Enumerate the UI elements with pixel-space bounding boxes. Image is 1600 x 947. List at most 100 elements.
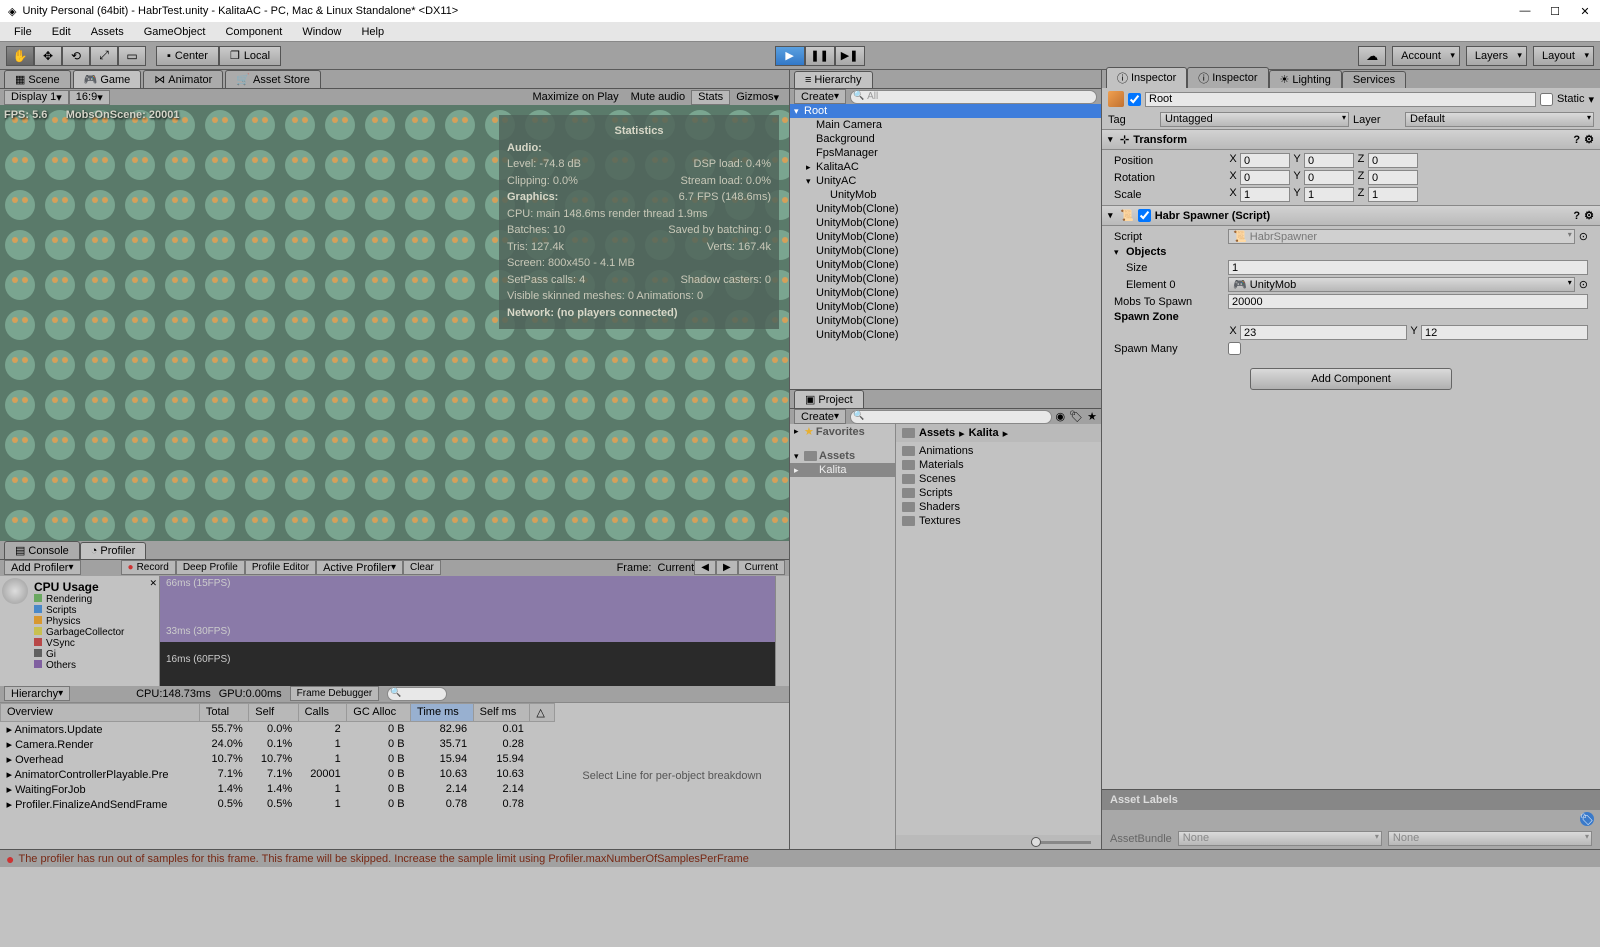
current-frame-button[interactable]: Current (738, 560, 785, 575)
element0-field[interactable]: 🎮 UnityMob (1228, 277, 1575, 292)
menu-assets[interactable]: Assets (83, 24, 132, 40)
scale-tool-icon[interactable]: ⤢ (90, 46, 118, 66)
assetbundle-variant-dropdown[interactable]: None (1388, 831, 1592, 846)
cpu-legend-item[interactable]: Scripts (4, 605, 155, 616)
hierarchy-item[interactable]: UnityMob(Clone) (790, 314, 1101, 328)
cpu-legend-item[interactable]: Gi (4, 649, 155, 660)
component-enabled-checkbox[interactable] (1138, 209, 1151, 222)
hierarchy-item[interactable]: UnityMob(Clone) (790, 230, 1101, 244)
clear-button[interactable]: Clear (403, 560, 441, 575)
project-folder-item[interactable]: Textures (898, 514, 1099, 528)
menu-edit[interactable]: Edit (44, 24, 79, 40)
deep-profile-toggle[interactable]: Deep Profile (176, 560, 245, 575)
layer-dropdown[interactable]: Default (1405, 112, 1594, 127)
display-dropdown[interactable]: Display 1 ▾ (4, 90, 69, 105)
project-folders[interactable]: ▸★Favorites ▾Assets ▸Kalita (790, 424, 896, 849)
profile-editor-toggle[interactable]: Profile Editor (245, 560, 316, 575)
gameobject-active-checkbox[interactable] (1128, 93, 1141, 106)
profiler-row[interactable]: ▸ Animators.Update55.7%0.0%20 B82.960.01 (1, 721, 555, 737)
maximize-icon[interactable]: ☐ (1548, 4, 1562, 18)
add-profiler-dropdown[interactable]: Add Profiler ▾ (4, 560, 81, 575)
project-search[interactable] (850, 410, 1051, 424)
scl-y[interactable] (1304, 187, 1354, 202)
spawn-many-checkbox[interactable] (1228, 342, 1241, 355)
add-component-button[interactable]: Add Component (1250, 368, 1452, 390)
record-toggle[interactable]: Record (121, 560, 176, 575)
hierarchy-item[interactable]: UnityMob(Clone) (790, 272, 1101, 286)
project-folder-item[interactable]: Scripts (898, 486, 1099, 500)
cpu-usage-module[interactable]: ✕ CPU Usage RenderingScriptsPhysicsGarba… (0, 576, 160, 686)
tab-scene[interactable]: ▦ Scene (4, 70, 71, 88)
rot-x[interactable] (1240, 170, 1290, 185)
transform-component-header[interactable]: ▾⊹ Transform ? ⚙ (1102, 129, 1600, 150)
size-field[interactable] (1228, 260, 1588, 275)
tab-lighting[interactable]: ☀ Lighting (1269, 70, 1342, 88)
objects-foldout[interactable]: Objects (1126, 246, 1166, 258)
search-type-icon[interactable]: 🏷 (1069, 410, 1083, 423)
menu-gameobject[interactable]: GameObject (136, 24, 214, 40)
rot-z[interactable] (1368, 170, 1418, 185)
zone-x[interactable] (1240, 325, 1407, 340)
cpu-legend-item[interactable]: VSync (4, 638, 155, 649)
gameobject-name-field[interactable] (1145, 92, 1536, 107)
profiler-row[interactable]: ▸ WaitingForJob1.4%1.4%10 B2.142.14 (1, 782, 555, 797)
profiler-column-header[interactable]: GC Alloc (347, 703, 411, 721)
menu-window[interactable]: Window (294, 24, 349, 40)
pivot-rotation-button[interactable]: ❐ Local (219, 46, 281, 66)
hierarchy-item[interactable]: UnityMob(Clone) (790, 258, 1101, 272)
layers-dropdown[interactable]: Layers (1466, 46, 1527, 66)
project-folder-item[interactable]: Scenes (898, 472, 1099, 486)
profiler-column-header[interactable]: Overview (1, 703, 200, 721)
help-icon[interactable]: ? (1573, 210, 1580, 222)
profiler-column-header[interactable]: Calls (298, 703, 347, 721)
hierarchy-item[interactable]: UnityMob(Clone) (790, 202, 1101, 216)
project-zoom-slider[interactable] (896, 835, 1101, 849)
view-mode-dropdown[interactable]: Hierarchy ▾ (4, 686, 70, 701)
profiler-row[interactable]: ▸ AnimatorControllerPlayable.Pre7.1%7.1%… (1, 767, 555, 782)
hierarchy-item[interactable]: ▾UnityAC (790, 174, 1101, 188)
mute-audio-toggle[interactable]: Mute audio (625, 90, 691, 105)
gear-icon[interactable]: ⚙ (1584, 209, 1594, 222)
rotate-tool-icon[interactable]: ⟲ (62, 46, 90, 66)
project-create-dropdown[interactable]: Create ▾ (794, 409, 846, 424)
menu-help[interactable]: Help (353, 24, 392, 40)
zone-y[interactable] (1421, 325, 1588, 340)
play-button[interactable]: ▶ (775, 46, 805, 66)
tab-inspector[interactable]: ⓘ Inspector (1106, 67, 1187, 88)
tab-hierarchy[interactable]: ≡ Hierarchy (794, 71, 873, 88)
object-picker-icon[interactable]: ⊙ (1579, 230, 1588, 243)
prev-frame-button[interactable]: ◀ (694, 560, 716, 575)
minimize-icon[interactable]: — (1518, 4, 1532, 18)
hierarchy-item[interactable]: ▾Root (790, 104, 1101, 118)
project-folder-item[interactable]: Materials (898, 458, 1099, 472)
search-filter-icon[interactable]: ◉ (1056, 410, 1066, 423)
tab-project[interactable]: ▣ Project (794, 390, 864, 408)
pivot-mode-button[interactable]: ▪ Center (156, 46, 219, 66)
tab-services[interactable]: Services (1342, 71, 1406, 88)
habr-spawner-header[interactable]: ▾📜 Habr Spawner (Script) ? ⚙ (1102, 205, 1600, 226)
stats-toggle[interactable]: Stats (691, 90, 730, 105)
hierarchy-create-dropdown[interactable]: Create ▾ (794, 89, 846, 104)
hierarchy-item[interactable]: FpsManager (790, 146, 1101, 160)
save-search-icon[interactable]: ★ (1087, 410, 1097, 423)
hierarchy-item[interactable]: UnityMob(Clone) (790, 286, 1101, 300)
rot-y[interactable] (1304, 170, 1354, 185)
game-view[interactable]: FPS: 5.6 MobsOnScene: 20001 Statistics A… (0, 105, 789, 541)
next-frame-button[interactable]: ▶ (716, 560, 738, 575)
favorites-item[interactable]: ▸★Favorites (790, 424, 895, 439)
profiler-column-header[interactable]: Total (199, 703, 248, 721)
tab-asset-store[interactable]: 🛒 Asset Store (225, 70, 321, 88)
aspect-dropdown[interactable]: 16:9 ▾ (69, 90, 110, 105)
hierarchy-item[interactable]: Main Camera (790, 118, 1101, 132)
maximize-on-play-toggle[interactable]: Maximize on Play (526, 90, 624, 105)
hierarchy-item[interactable]: Background (790, 132, 1101, 146)
project-folder-item[interactable]: Animations (898, 444, 1099, 458)
profiler-graph[interactable]: 66ms (15FPS)33ms (30FPS)16ms (60FPS) (160, 576, 775, 686)
pos-z[interactable] (1368, 153, 1418, 168)
close-icon[interactable]: ✕ (1578, 4, 1592, 18)
cpu-legend-item[interactable]: Physics (4, 616, 155, 627)
profiler-column-header[interactable]: Self ms (473, 703, 530, 721)
tab-game[interactable]: 🎮 Game (73, 70, 142, 88)
hand-tool-icon[interactable]: ✋ (6, 46, 34, 66)
object-picker-icon[interactable]: ⊙ (1579, 278, 1588, 291)
